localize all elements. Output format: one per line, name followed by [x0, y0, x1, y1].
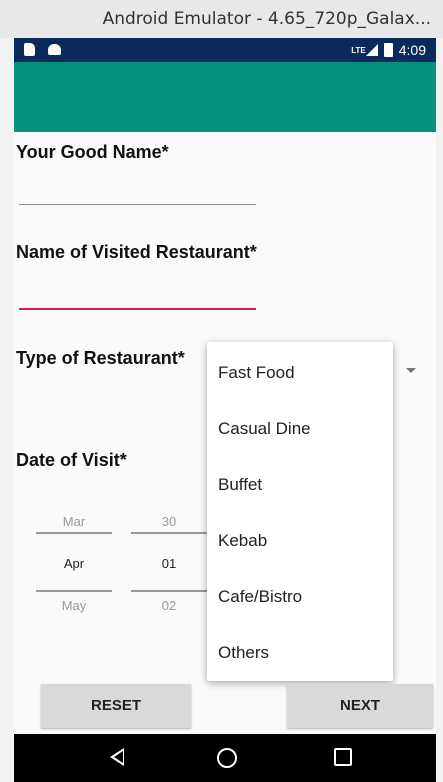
dropdown-option-buffet[interactable]: Buffet	[207, 457, 393, 513]
android-icon	[48, 44, 61, 55]
recent-apps-icon[interactable]	[334, 748, 352, 766]
name-input[interactable]	[19, 204, 256, 205]
reset-button[interactable]: RESET	[41, 684, 191, 728]
restaurant-type-label: Type of Restaurant*	[16, 348, 185, 368]
date-of-visit-label: Date of Visit*	[16, 450, 127, 470]
picker-divider	[131, 532, 207, 534]
dropdown-arrow-icon[interactable]	[406, 368, 416, 373]
dropdown-option-casual-dine[interactable]: Casual Dine	[207, 401, 393, 457]
status-right: LTE 4:09	[351, 38, 426, 62]
app-bar	[14, 62, 436, 132]
dropdown-option-cafe-bistro[interactable]: Cafe/Bistro	[207, 569, 393, 625]
battery-icon	[383, 43, 393, 57]
restaurant-name-label: Name of Visited Restaurant*	[16, 242, 257, 262]
month-prev[interactable]: Mar	[36, 514, 112, 529]
next-button[interactable]: NEXT	[287, 684, 433, 728]
navigation-bar	[14, 734, 436, 782]
picker-divider	[36, 590, 112, 592]
emulator-window-title: Android Emulator - 4.65_720p_Galax...	[0, 0, 443, 38]
day-prev[interactable]: 30	[131, 514, 207, 529]
home-icon[interactable]	[217, 748, 237, 768]
signal-icon	[365, 44, 378, 56]
dropdown-option-kebab[interactable]: Kebab	[207, 513, 393, 569]
dropdown-option-others[interactable]: Others	[207, 625, 393, 681]
month-selected[interactable]: Apr	[36, 556, 112, 571]
restaurant-type-dropdown-menu: Fast Food Casual Dine Buffet Kebab Cafe/…	[207, 342, 393, 681]
picker-divider	[36, 532, 112, 534]
dropdown-option-fast-food[interactable]: Fast Food	[207, 345, 393, 401]
month-next[interactable]: May	[36, 598, 112, 613]
restaurant-name-input[interactable]	[19, 308, 256, 310]
status-time: 4:09	[398, 42, 426, 58]
day-selected[interactable]: 01	[131, 556, 207, 571]
day-next[interactable]: 02	[131, 598, 207, 613]
lte-label: LTE	[351, 45, 366, 55]
back-icon[interactable]	[110, 748, 124, 766]
picker-divider	[131, 590, 207, 592]
name-label: Your Good Name*	[16, 142, 169, 162]
sd-card-icon	[24, 43, 35, 56]
status-bar: LTE 4:09	[14, 38, 436, 62]
